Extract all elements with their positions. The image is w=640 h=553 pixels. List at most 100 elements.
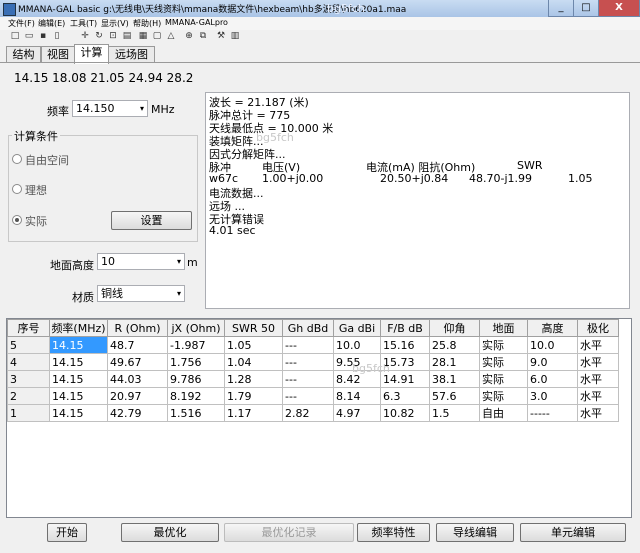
new-icon[interactable]: □ [10, 31, 20, 42]
table-cell[interactable]: --- [282, 336, 334, 354]
table-cell[interactable]: 25.8 [429, 336, 480, 354]
table-cell[interactable]: 自由 [479, 404, 528, 422]
table-cell[interactable]: 42.79 [107, 404, 168, 422]
table-cell[interactable]: ----- [527, 404, 578, 422]
tab-farfield[interactable]: 远场图 [108, 46, 155, 63]
tab-calculate[interactable]: 计算 [74, 44, 109, 64]
menu-tools[interactable]: 工具(T) [70, 18, 97, 29]
radio-free-space[interactable] [12, 154, 22, 164]
table-cell[interactable]: 4.97 [333, 404, 381, 422]
table-cell[interactable]: --- [282, 387, 334, 405]
view-icon[interactable]: ▤ [122, 31, 132, 42]
rotate-icon[interactable]: ↻ [94, 31, 104, 42]
table-cell[interactable]: 28.1 [429, 353, 480, 371]
column-header[interactable]: R (Ohm) [107, 319, 168, 337]
table-cell[interactable]: 1.516 [167, 404, 225, 422]
table-cell[interactable]: -1.987 [167, 336, 225, 354]
element-edit-button[interactable]: 单元编辑 [520, 523, 626, 542]
table-cell[interactable]: 8.192 [167, 387, 225, 405]
table-cell[interactable]: 9.0 [527, 353, 578, 371]
table-cell[interactable]: 10.0 [333, 336, 381, 354]
table-cell[interactable]: 水平 [577, 404, 619, 422]
table-cell[interactable]: --- [282, 353, 334, 371]
copy2-icon[interactable]: ⧉ [198, 31, 208, 42]
column-header[interactable]: SWR 50 [224, 319, 283, 337]
column-header[interactable]: 高度 [527, 319, 578, 337]
save-icon[interactable]: ▪ [38, 31, 48, 42]
table-cell[interactable]: 水平 [577, 370, 619, 388]
table-cell[interactable]: 57.6 [429, 387, 480, 405]
table-cell[interactable]: 水平 [577, 387, 619, 405]
column-header[interactable]: 频率(MHz) [49, 319, 108, 337]
open-icon[interactable]: ▭ [24, 31, 34, 42]
table-cell[interactable]: 2.82 [282, 404, 334, 422]
table-cell[interactable]: 8.14 [333, 387, 381, 405]
table-cell[interactable]: 2 [7, 387, 50, 405]
table-cell[interactable]: 14.15 [49, 387, 108, 405]
column-header[interactable]: 地面 [479, 319, 528, 337]
calc-icon[interactable]: ▥ [230, 31, 240, 42]
menu-edit[interactable]: 编辑(E) [38, 18, 65, 29]
table-cell[interactable]: 1.5 [429, 404, 480, 422]
table-cell[interactable]: 44.03 [107, 370, 168, 388]
table-cell[interactable]: 1.28 [224, 370, 283, 388]
minimize-button[interactable]: _ [548, 0, 574, 17]
column-header[interactable]: F/B dB [380, 319, 430, 337]
results-table[interactable]: 序号 频率(MHz) R (Ohm) jX (Ohm) SWR 50 Gh dBd Ga d… [6, 318, 632, 518]
table-row[interactable]: 2 14.15 20.97 8.192 1.79 --- 8.14 6.3 57.6 实际 3.0 水… [7, 387, 619, 405]
print-icon[interactable]: ▯ [52, 31, 62, 42]
table-cell[interactable]: 3.0 [527, 387, 578, 405]
table-cell[interactable]: 实际 [479, 387, 528, 405]
frequency-response-button[interactable]: 频率特性 [357, 523, 430, 542]
table-cell[interactable]: 14.15 [49, 370, 108, 388]
table-row[interactable]: 3 14.15 44.03 9.786 1.28 --- 8.42 14.91 38.1 实际 6.… [7, 370, 619, 388]
table-row[interactable]: 5 14.15 48.7 -1.987 1.05 --- 10.0 15.16 25.8 实际 10… [7, 336, 619, 354]
table-cell[interactable]: 49.67 [107, 353, 168, 371]
table-cell[interactable]: 3 [7, 370, 50, 388]
table-cell[interactable]: 1.17 [224, 404, 283, 422]
start-button[interactable]: 开始 [47, 523, 87, 542]
table-cell[interactable]: 1.756 [167, 353, 225, 371]
menu-pro[interactable]: MMANA-GALpro [165, 18, 228, 27]
table-cell[interactable]: 20.97 [107, 387, 168, 405]
triangle-icon[interactable]: △ [166, 31, 176, 42]
column-header[interactable]: Ga dBi [333, 319, 381, 337]
table-cell[interactable]: 1.04 [224, 353, 283, 371]
frequency-combo[interactable]: 14.150 ▾ [72, 100, 148, 117]
table-cell[interactable]: 水平 [577, 353, 619, 371]
table-cell[interactable]: 14.15 [49, 336, 108, 354]
target-icon[interactable]: ⊕ [184, 31, 194, 42]
column-header[interactable]: 极化 [577, 319, 619, 337]
output-log[interactable]: 波长 = 21.187 (米) 脉冲总计 = 775 天线最低点 = 10.00… [205, 92, 630, 309]
table-row[interactable]: 1 14.15 42.79 1.516 1.17 2.82 4.97 10.82 1.5 自由 --… [7, 404, 619, 422]
copy-icon[interactable]: ▦ [138, 31, 148, 42]
table-cell[interactable]: 水平 [577, 336, 619, 354]
table-cell[interactable]: 38.1 [429, 370, 480, 388]
radio-perfect[interactable] [12, 184, 22, 194]
tools-icon[interactable]: ⚒ [216, 31, 226, 42]
table-cell[interactable]: --- [282, 370, 334, 388]
maximize-button[interactable]: □ [573, 0, 599, 17]
table-cell[interactable]: 5 [7, 336, 50, 354]
menu-file[interactable]: 文件(F) [8, 18, 35, 29]
table-cell[interactable]: 10.0 [527, 336, 578, 354]
table-cell[interactable]: 4 [7, 353, 50, 371]
zoom-icon[interactable]: ⊡ [108, 31, 118, 42]
table-cell[interactable]: 14.15 [49, 353, 108, 371]
column-header[interactable]: jX (Ohm) [167, 319, 225, 337]
settings-button[interactable]: 设置 [111, 211, 192, 230]
table-cell[interactable]: 14.15 [49, 404, 108, 422]
table-cell[interactable]: 实际 [479, 336, 528, 354]
table-cell[interactable]: 9.786 [167, 370, 225, 388]
material-combo[interactable]: 铜线 ▾ [97, 285, 185, 302]
tab-structure[interactable]: 结构 [6, 46, 41, 63]
column-header[interactable]: 仰角 [429, 319, 480, 337]
close-button[interactable]: X [598, 0, 640, 17]
menu-help[interactable]: 帮助(H) [133, 18, 161, 29]
table-cell[interactable]: 实际 [479, 353, 528, 371]
table-row[interactable]: 4 14.15 49.67 1.756 1.04 --- 9.55 15.73 28.1 实际 9.… [7, 353, 619, 371]
wire-edit-button[interactable]: 导线编辑 [436, 523, 514, 542]
table-cell[interactable]: 1 [7, 404, 50, 422]
table-cell[interactable]: 实际 [479, 370, 528, 388]
height-combo[interactable]: 10 ▾ [97, 253, 185, 270]
